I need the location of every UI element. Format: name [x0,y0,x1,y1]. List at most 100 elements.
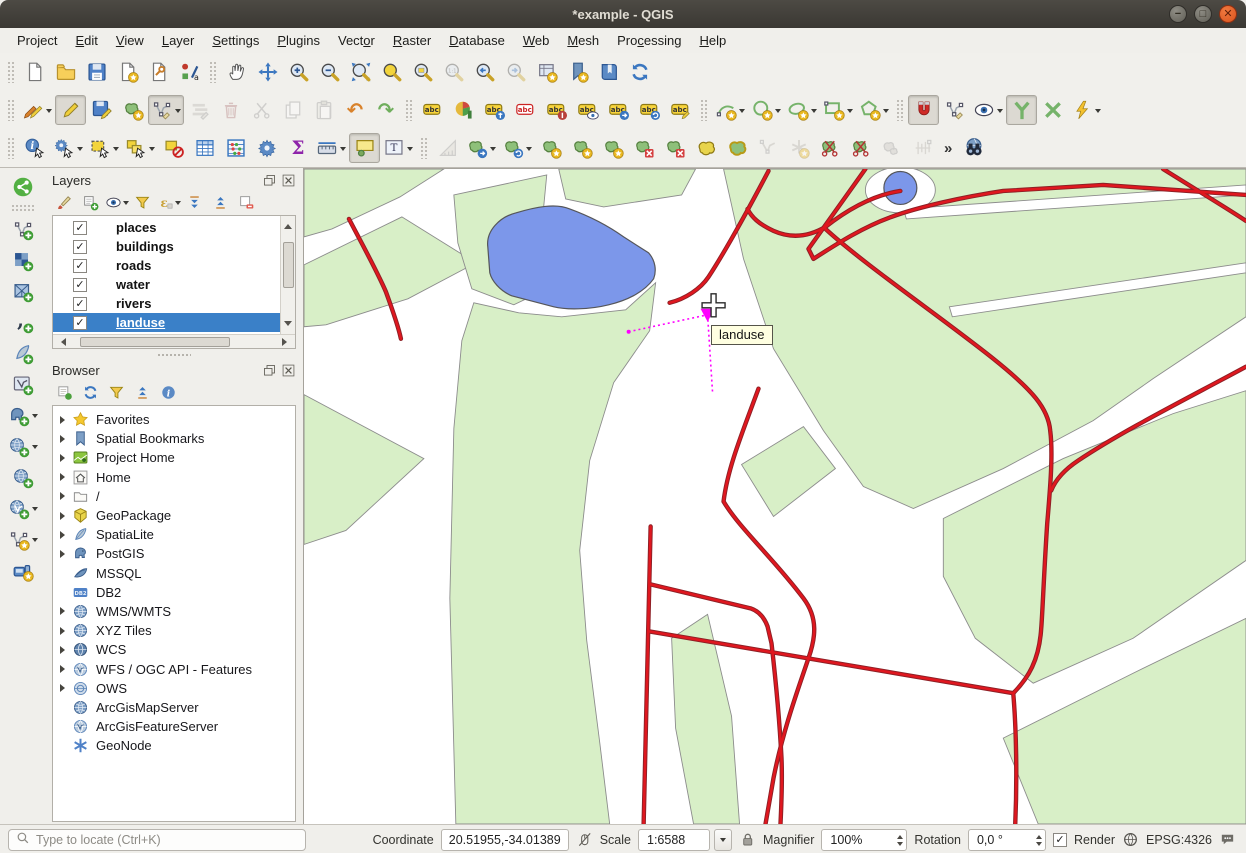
crs-globe-icon[interactable] [1122,831,1139,848]
layer-row-rivers[interactable]: ✓rivers [53,294,280,313]
browser-item-[interactable]: / [53,487,295,506]
browser-item-home[interactable]: Home [53,468,295,487]
close-panel-icon[interactable] [281,363,296,378]
show-statistics-button[interactable]: Σ [282,133,313,163]
expand-arrow-icon[interactable] [57,531,72,539]
show-spatial-bookmarks-button[interactable] [593,57,624,87]
menu-raster[interactable]: Raster [384,28,440,53]
browser-properties-button[interactable]: i [156,381,181,404]
float-panel-icon[interactable] [262,173,277,188]
menu-settings[interactable]: Settings [203,28,268,53]
scale-dropdown-button[interactable] [714,829,732,851]
zoom-full-button[interactable] [345,57,376,87]
lock-scale-icon[interactable] [739,831,756,848]
refresh-browser-button[interactable] [78,381,103,404]
digitize-circle-button[interactable] [748,95,784,125]
menu-processing[interactable]: Processing [608,28,690,53]
menu-view[interactable]: View [107,28,153,53]
zoom-to-layer-button[interactable] [407,57,438,87]
new-print-layout-button[interactable] [112,57,143,87]
pin-unpin-labels-button[interactable]: abc [479,95,510,125]
browser-item-arcgisfeatureserver[interactable]: ArcGisFeatureServer [53,717,295,736]
browser-item-db2[interactable]: DB2DB2 [53,583,295,602]
menu-help[interactable]: Help [690,28,735,53]
map-canvas[interactable]: landuse [303,168,1246,824]
expand-arrow-icon[interactable] [57,416,72,424]
dock-splitter[interactable] [45,351,303,358]
magnifier-spinbox[interactable]: 100% [821,829,907,851]
filter-by-expression-button[interactable]: ε [156,191,181,214]
add-polygon-feature-button[interactable] [117,95,148,125]
open-attribute-table-button[interactable] [189,133,220,163]
new-spatial-bookmark-button[interactable] [562,57,593,87]
rotate-feature-button[interactable] [535,133,566,163]
reshape-features-button[interactable] [721,133,752,163]
measure-line-button[interactable] [313,133,349,163]
scale-input[interactable]: 1:6588 [638,829,710,851]
menu-plugins[interactable]: Plugins [268,28,329,53]
show-layout-manager-button[interactable] [143,57,174,87]
text-annotation-button[interactable]: T [380,133,416,163]
rotation-spinbox[interactable]: 0,0 ° [968,829,1046,851]
identify-features-button[interactable]: i [19,133,50,163]
add-wcs-layer-button[interactable] [7,462,38,493]
move-feature-button[interactable] [463,133,499,163]
snapping-options-button[interactable] [939,95,970,125]
zoom-to-selection-button[interactable] [376,57,407,87]
metasearch-button[interactable] [958,133,989,163]
trace-offset-button[interactable] [1068,95,1104,125]
add-selected-layers-button[interactable] [52,381,77,404]
add-wfs-layer-button[interactable] [5,493,41,524]
manage-map-themes-button[interactable] [104,191,129,214]
expand-all-button[interactable] [182,191,207,214]
expand-arrow-icon[interactable] [57,665,72,673]
save-layer-edits-button[interactable] [86,95,117,125]
change-label-button[interactable]: abc [665,95,696,125]
coordinate-input[interactable]: 20.51955,-34.01389 [441,829,569,851]
browser-item-spatial-bookmarks[interactable]: Spatial Bookmarks [53,429,295,448]
deselect-all-button[interactable] [158,133,189,163]
zoom-in-button[interactable] [283,57,314,87]
open-project-button[interactable] [50,57,81,87]
snap-on-intersection-button[interactable] [1037,95,1068,125]
browser-item-favorites[interactable]: Favorites [53,410,295,429]
spin-arrows-icon[interactable] [897,832,903,849]
open-layer-styling-button[interactable] [52,191,77,214]
close-panel-icon[interactable] [281,173,296,188]
expand-arrow-icon[interactable] [57,627,72,635]
menu-project[interactable]: Project [8,28,66,53]
layer-visibility-checkbox[interactable]: ✓ [73,278,87,292]
log-messages-icon[interactable] [1219,831,1236,848]
enable-tracing-button[interactable] [1006,95,1037,125]
browser-item-mssql[interactable]: MSSQL [53,564,295,583]
split-features-button[interactable] [814,133,845,163]
map-tips-button[interactable] [349,133,380,163]
expand-arrow-icon[interactable] [57,473,72,481]
simplify-feature-button[interactable] [566,133,597,163]
expand-arrow-icon[interactable] [57,454,72,462]
select-by-value-button[interactable] [122,133,158,163]
enable-snapping-button[interactable] [908,95,939,125]
layer-visibility-checkbox[interactable]: ✓ [73,316,87,330]
processing-toolbox-button[interactable] [251,133,282,163]
new-shapefile-layer-button[interactable] [5,524,41,555]
add-delimited-text-layer-button[interactable]: , [7,307,38,338]
expand-arrow-icon[interactable] [57,607,72,615]
toggle-editing-button[interactable] [55,95,86,125]
current-edits-button[interactable] [19,95,55,125]
pan-to-selection-button[interactable] [252,57,283,87]
digitize-rectangle-button[interactable] [820,95,856,125]
delete-ring-button[interactable] [628,133,659,163]
title-bar[interactable]: *example - QGIS − □ ✕ [0,0,1246,28]
copy-move-feature-button[interactable] [499,133,535,163]
add-group-button[interactable] [78,191,103,214]
expand-arrow-icon[interactable] [57,550,72,558]
zoom-last-button[interactable] [469,57,500,87]
vertex-tool-button[interactable] [148,95,184,125]
select-features-button[interactable] [86,133,122,163]
expand-arrow-icon[interactable] [57,646,72,654]
new-project-button[interactable] [19,57,50,87]
rotate-label-button[interactable]: abc [634,95,665,125]
redo-button[interactable]: ↷ [370,95,401,125]
pan-map-button[interactable] [221,57,252,87]
